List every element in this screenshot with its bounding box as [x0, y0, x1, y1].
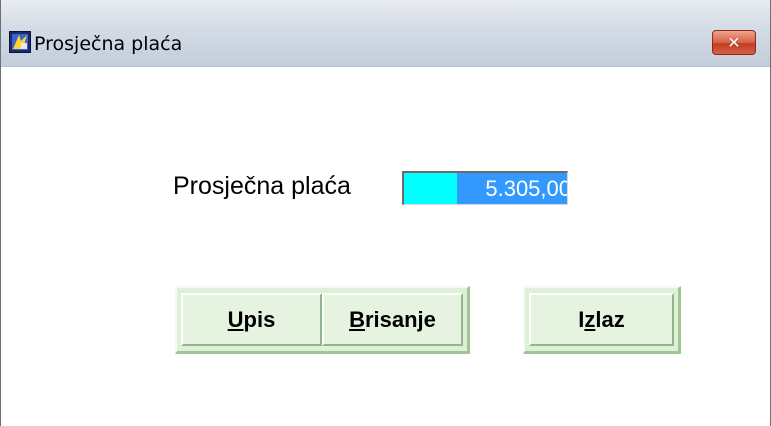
upis-label: pis	[243, 306, 276, 332]
izlaz-button[interactable]: Iz laz	[529, 293, 674, 346]
dialog-body: Prosječna plaća 5.305,00 Upis Brisanje I…	[1, 67, 770, 426]
upis-button[interactable]: Upis	[181, 293, 322, 346]
close-button[interactable]: ✕	[712, 30, 756, 55]
app-icon	[9, 31, 31, 53]
izlaz-mnemonic: z	[584, 306, 596, 332]
exit-button-group: Iz laz	[523, 286, 681, 354]
upis-mnemonic: U	[227, 306, 244, 332]
window-title: Prosječna plaća	[34, 33, 183, 55]
dialog-window: Prosječna plaća ✕ Prosječna plaća 5.305,…	[0, 0, 771, 426]
brisanje-label: risanje	[364, 306, 436, 332]
title-bar[interactable]: Prosječna plaća ✕	[1, 0, 770, 67]
brisanje-mnemonic: B	[349, 306, 365, 332]
action-button-group: Upis Brisanje	[175, 286, 470, 354]
average-salary-label: Prosječna plaća	[173, 172, 351, 200]
average-salary-input[interactable]: 5.305,00	[402, 171, 568, 205]
average-salary-value: 5.305,00	[485, 176, 568, 201]
close-icon: ✕	[727, 33, 741, 52]
brisanje-button[interactable]: Brisanje	[322, 293, 463, 346]
izlaz-label: laz	[595, 306, 625, 332]
